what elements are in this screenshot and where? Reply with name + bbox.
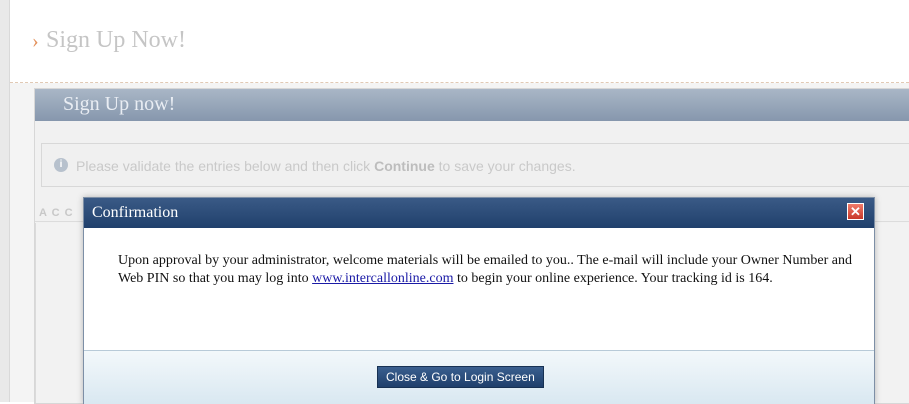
page-title: Sign Up Now! bbox=[46, 27, 187, 53]
dialog-message-part2: to begin your online experience. Your tr… bbox=[453, 271, 773, 286]
info-text-prefix: Please validate the entries below and th… bbox=[76, 158, 375, 174]
page-header: › Sign Up Now! bbox=[10, 0, 909, 83]
close-go-login-button[interactable]: Close & Go to Login Screen bbox=[377, 366, 544, 388]
close-icon[interactable]: ✕ bbox=[847, 203, 864, 220]
panel-header: Sign Up now! bbox=[35, 89, 909, 121]
dialog-footer: Close & Go to Login Screen bbox=[84, 350, 874, 404]
info-text: Please validate the entries below and th… bbox=[76, 158, 576, 174]
dialog-header: Confirmation ✕ bbox=[84, 198, 874, 228]
section-label: A C C bbox=[39, 207, 74, 219]
info-message: i Please validate the entries below and … bbox=[41, 143, 909, 187]
left-sidebar-strip bbox=[0, 0, 10, 402]
intercall-link[interactable]: www.intercallonline.com bbox=[312, 271, 453, 286]
info-text-suffix: to save your changes. bbox=[434, 158, 576, 174]
confirmation-dialog: Confirmation ✕ Upon approval by your adm… bbox=[83, 197, 875, 404]
info-text-bold: Continue bbox=[374, 158, 435, 174]
chevron-right-icon: › bbox=[32, 30, 39, 52]
dialog-body: Upon approval by your administrator, wel… bbox=[84, 228, 874, 348]
info-icon: i bbox=[54, 158, 68, 172]
dialog-message: Upon approval by your administrator, wel… bbox=[118, 252, 858, 288]
dialog-title: Confirmation bbox=[92, 204, 179, 221]
panel-title: Sign Up now! bbox=[63, 93, 176, 115]
